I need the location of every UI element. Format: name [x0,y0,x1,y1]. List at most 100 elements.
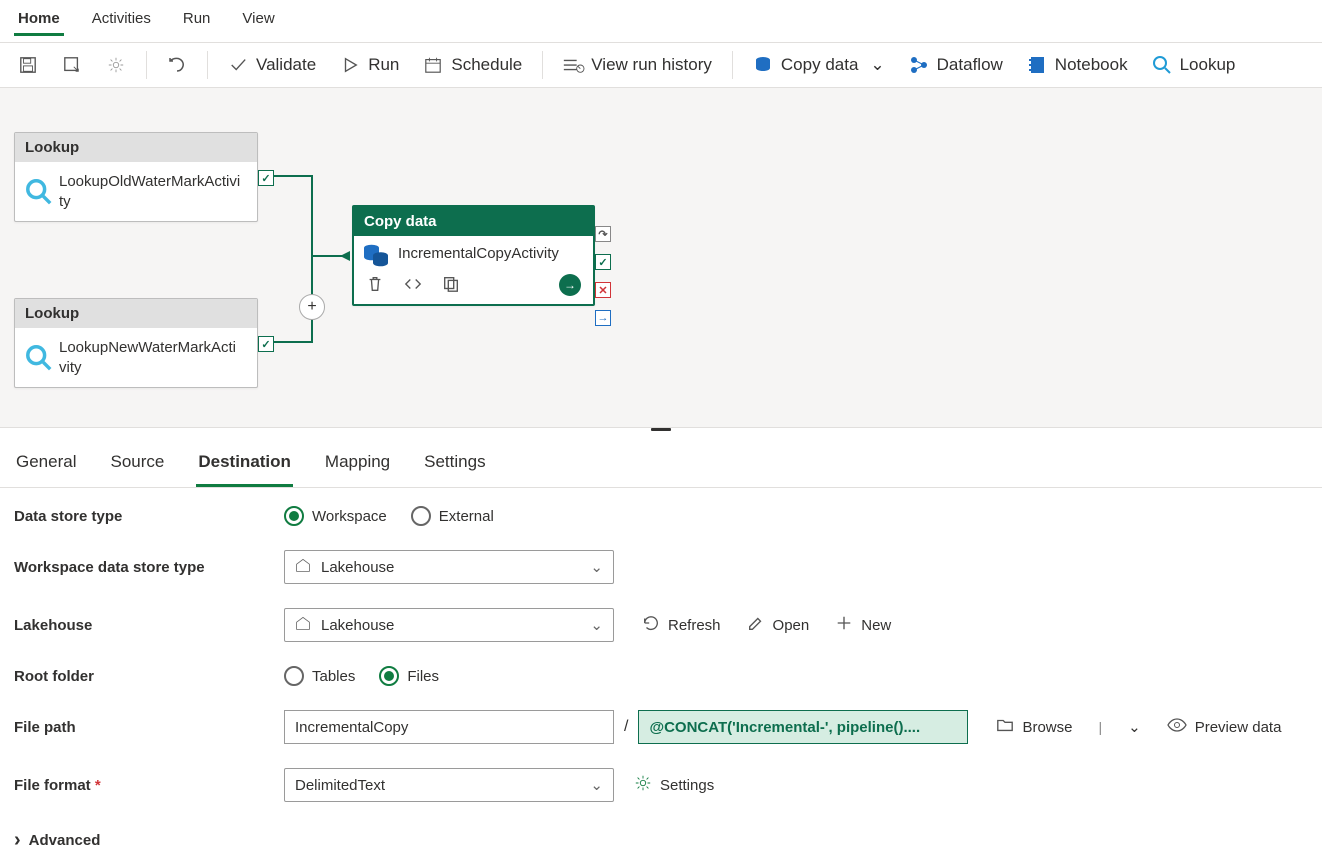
search-icon [29,182,49,202]
tab-source[interactable]: Source [108,448,166,487]
radio-tables[interactable]: Tables [284,666,355,686]
database-icon [753,55,773,75]
run-activity-icon[interactable]: → [559,274,581,296]
toolbar: Validate Run Schedule View run history C… [0,43,1322,88]
radio-tables-label: Tables [312,668,355,685]
success-checkmark-icon: ✓ [258,336,274,352]
radio-workspace-label: Workspace [312,508,387,525]
save-as-button[interactable] [54,49,90,81]
open-label: Open [773,617,810,634]
ribbon-tabs: Home Activities Run View [0,0,1322,43]
run-label: Run [368,55,399,75]
view-run-history-button[interactable]: View run history [555,49,720,81]
file-format-dropdown[interactable]: DelimitedText ⌄ [284,768,614,802]
dataflow-button[interactable]: Dataflow [901,49,1011,81]
validate-label: Validate [256,55,316,75]
validate-button[interactable]: Validate [220,49,324,81]
tab-settings[interactable]: Settings [422,448,487,487]
file-path-label: File path [14,719,284,736]
play-icon [340,55,360,75]
workspace-data-store-type-dropdown[interactable]: Lakehouse ⌄ [284,550,614,584]
completion-marker-icon[interactable]: → [595,310,611,326]
run-button[interactable]: Run [332,49,407,81]
activity-copy-data[interactable]: Copy data IncrementalCopyActivity → [352,205,595,306]
radio-files-label: Files [407,668,439,685]
skip-marker-icon[interactable]: ↷ [595,226,611,242]
chevron-down-icon: ⌄ [870,55,884,75]
expand-browse-button[interactable]: ⌄ [1128,718,1141,736]
file-format-label: File format * [14,777,284,794]
save-icon [18,55,38,75]
open-button[interactable]: Open [747,614,810,636]
activity-type-label: Lookup [15,133,257,162]
schedule-button[interactable]: Schedule [415,49,530,81]
calendar-icon [423,55,443,75]
ribbon-tab-activities[interactable]: Activities [88,8,155,36]
add-activity-button[interactable]: + [299,294,325,320]
copy-data-button[interactable]: Copy data ⌄ [745,49,893,81]
undo-icon [167,55,187,75]
browse-label: Browse [1022,719,1072,736]
new-button[interactable]: New [835,614,891,636]
undo-button[interactable] [159,49,195,81]
copy-icon[interactable] [442,275,460,296]
data-store-type-label: Data store type [14,508,284,525]
ribbon-tab-run[interactable]: Run [179,8,215,36]
check-icon [228,55,248,75]
chevron-right-icon [14,830,21,850]
copy-data-label: Copy data [781,55,859,75]
radio-external-label: External [439,508,494,525]
property-tabs: General Source Destination Mapping Setti… [0,434,1322,488]
fail-marker-icon[interactable]: ✕ [595,282,611,298]
success-marker-icon[interactable]: ✓ [595,254,611,270]
refresh-button[interactable]: Refresh [642,614,721,636]
refresh-icon [642,614,660,636]
file-path-expression-input[interactable]: @CONCAT('Incremental-', pipeline().... [638,710,968,744]
folder-icon [996,717,1014,737]
ribbon-tab-view[interactable]: View [238,8,278,36]
tab-general[interactable]: General [14,448,78,487]
ribbon-tab-home[interactable]: Home [14,8,64,36]
lakehouse-dropdown[interactable]: Lakehouse ⌄ [284,608,614,642]
database-icon [366,244,386,264]
save-button[interactable] [10,49,46,81]
chevron-down-icon: ⌄ [590,776,603,794]
file-format-settings-button[interactable]: Settings [634,774,714,796]
lakehouse-label: Lakehouse [14,617,284,634]
lookup-label: Lookup [1180,55,1236,75]
browse-button[interactable]: Browse [996,717,1072,737]
code-icon[interactable] [404,275,422,296]
pipeline-canvas[interactable]: Lookup LookupOldWaterMarkActivity ✓ Look… [0,88,1322,428]
tab-destination[interactable]: Destination [196,448,293,487]
settings-button[interactable] [98,49,134,81]
success-checkmark-icon: ✓ [258,170,274,186]
chevron-down-icon: ⌄ [590,558,603,576]
lookup-button[interactable]: Lookup [1144,49,1244,81]
activity-lookup-new-watermark[interactable]: Lookup LookupNewWaterMarkActivity [14,298,258,388]
notebook-icon [1027,55,1047,75]
notebook-button[interactable]: Notebook [1019,49,1136,81]
search-icon [1152,55,1172,75]
eye-icon [1167,718,1187,736]
edit-icon [747,614,765,636]
save-as-icon [62,55,82,75]
chevron-down-icon: ⌄ [1128,718,1141,736]
radio-files[interactable]: Files [379,666,439,686]
activity-name: IncrementalCopyActivity [398,244,559,264]
activity-type-label: Lookup [15,299,257,328]
activity-lookup-old-watermark[interactable]: Lookup LookupOldWaterMarkActivity [14,132,258,222]
file-path-folder-input[interactable]: IncrementalCopy [284,710,614,744]
delete-icon[interactable] [366,275,384,296]
preview-data-button[interactable]: Preview data [1167,718,1282,736]
activity-name: LookupNewWaterMarkActivity [59,338,243,377]
file-path-expression-value: @CONCAT('Incremental-', pipeline().... [649,719,920,736]
root-folder-label: Root folder [14,668,284,685]
destination-form: Data store type Workspace External Works… [0,488,1322,868]
file-path-folder-value: IncrementalCopy [295,719,408,736]
tab-mapping[interactable]: Mapping [323,448,392,487]
refresh-label: Refresh [668,617,721,634]
radio-external[interactable]: External [411,506,494,526]
lakehouse-icon [295,615,311,635]
advanced-toggle[interactable]: Advanced [14,826,1308,850]
radio-workspace[interactable]: Workspace [284,506,387,526]
